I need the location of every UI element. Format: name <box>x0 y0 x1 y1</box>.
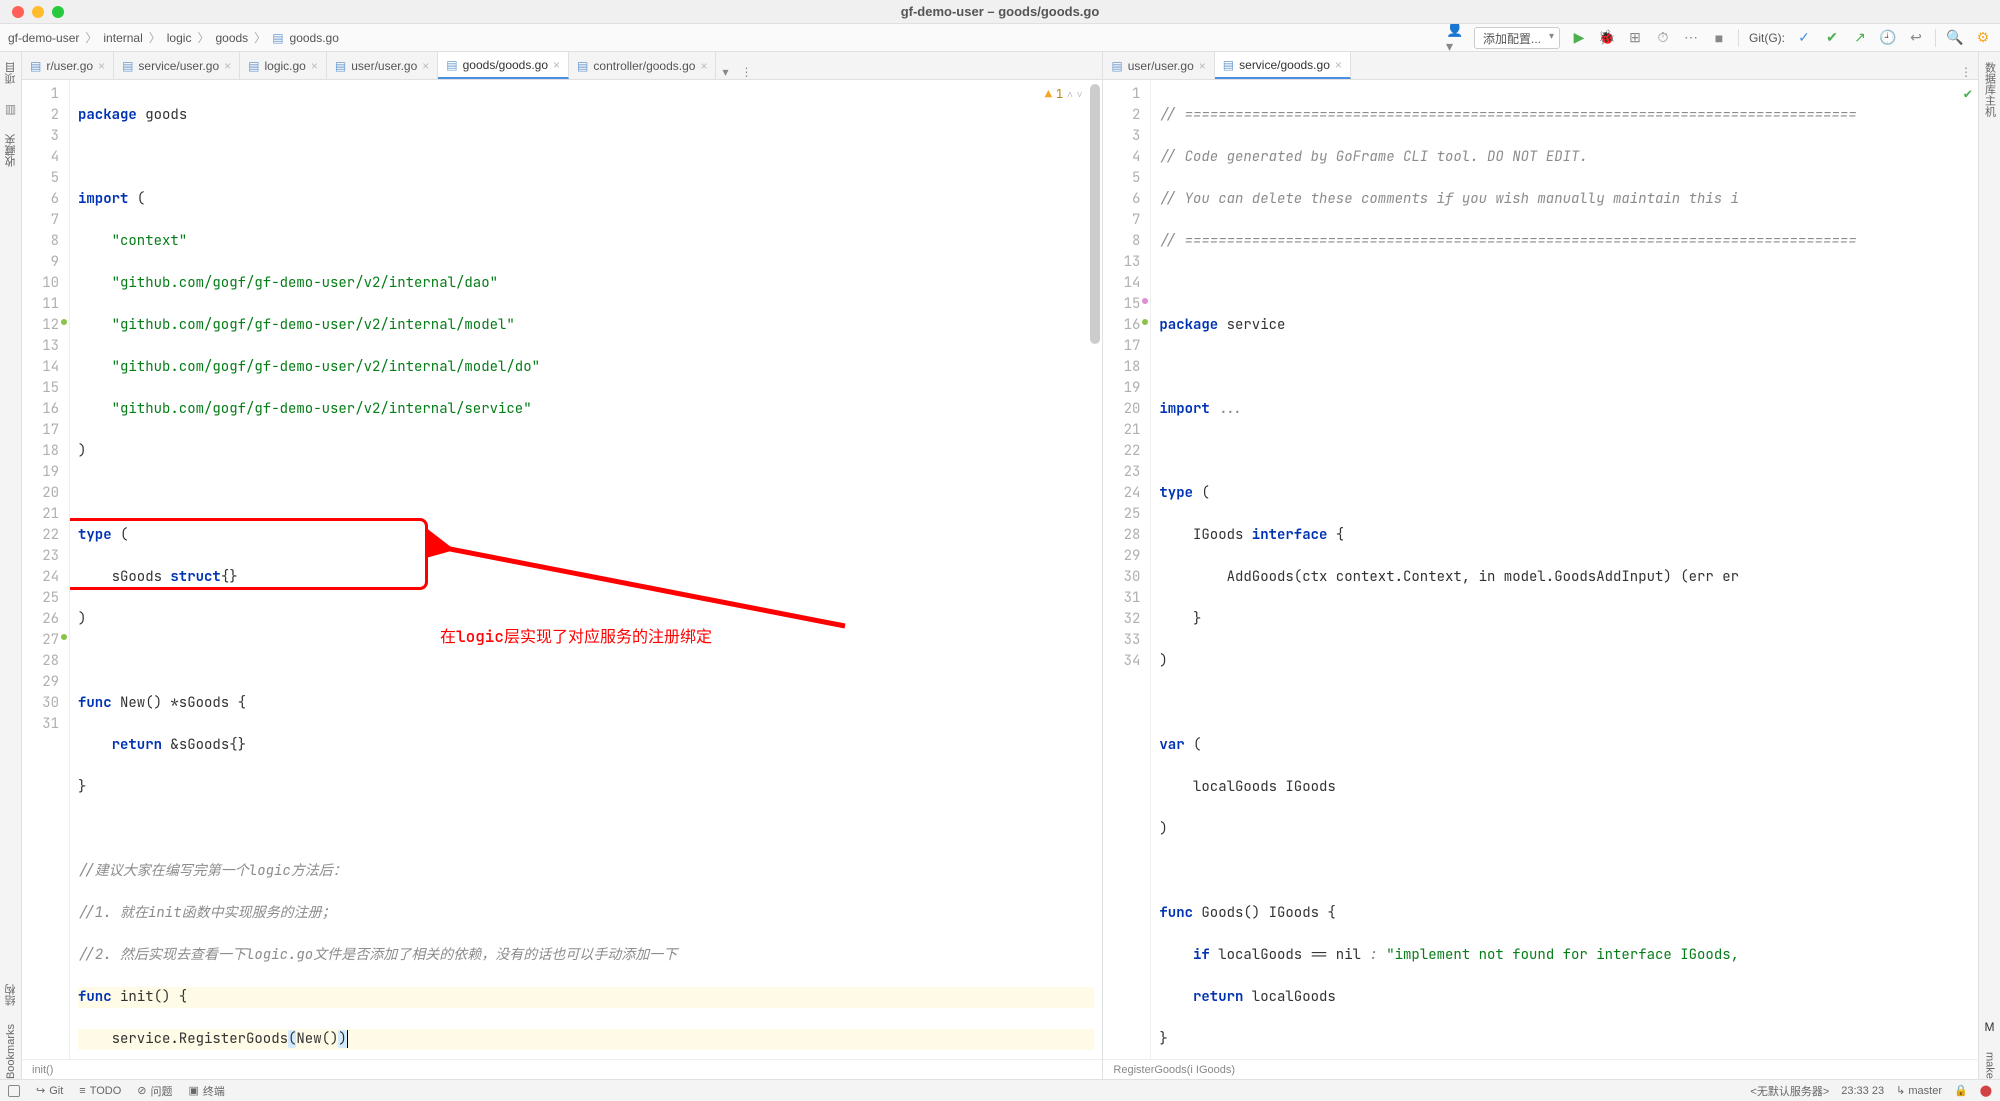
go-file-icon: ▤ <box>272 31 283 45</box>
todo-tool[interactable]: ≡ TODO <box>79 1085 121 1097</box>
crumb-logic[interactable]: logic <box>167 31 192 45</box>
window-title: gf-demo-user – goods/goods.go <box>901 4 1100 19</box>
editor-split: ▤r/user.go× ▤service/user.go× ▤logic.go×… <box>22 52 1978 1079</box>
toolbar-divider-2 <box>1935 29 1936 47</box>
right-code-area[interactable]: 12345 6781314 1516171819 2021222324 2528… <box>1103 80 1978 1059</box>
search-everywhere-icon[interactable]: 🔍 <box>1946 29 1964 47</box>
scrollbar[interactable] <box>1090 80 1100 1059</box>
left-code-editor[interactable]: package goods import ( "context" "github… <box>70 80 1102 1059</box>
branch-label[interactable]: ↳ master <box>1896 1084 1942 1097</box>
vcs-history-icon[interactable]: 🕘 <box>1879 29 1897 47</box>
minimize-window-icon[interactable] <box>32 6 44 18</box>
line-numbers: 12345 678910 11121314 1516171819 2021222… <box>22 80 70 1059</box>
breadcrumb[interactable]: gf-demo-user〉 internal〉 logic〉 goods〉 ▤ … <box>8 29 339 46</box>
tab-logic[interactable]: ▤logic.go× <box>240 52 327 79</box>
debug-icon[interactable]: 🐞 <box>1598 29 1616 47</box>
toolbar-actions: 👤▾ 添加配置... ▶ 🐞 ⊞ ⏱ ⋯ ■ Git(G): ✓ ✔ ↗ 🕘 ↩… <box>1446 27 1992 49</box>
profile-icon[interactable]: ⏱ <box>1654 29 1672 47</box>
terminal-tool[interactable]: ▣ 终端 <box>189 1083 225 1099</box>
tab-r-user[interactable]: ▤r/user.go× <box>22 52 114 79</box>
vcs-push-icon[interactable]: ↗ <box>1851 29 1869 47</box>
gutter-mark-icon[interactable] <box>1142 298 1148 304</box>
titlebar: gf-demo-user – goods/goods.go <box>0 0 2000 24</box>
m-label: M <box>1985 1020 1995 1034</box>
run-icon[interactable]: ▶ <box>1570 29 1588 47</box>
left-editor-pane: ▤r/user.go× ▤service/user.go× ▤logic.go×… <box>22 52 1103 1079</box>
cursor-position: 23:33 23 <box>1841 1085 1884 1097</box>
crumb-internal[interactable]: internal <box>103 31 142 45</box>
chevron-up-icon[interactable]: ˄ <box>1067 84 1073 105</box>
window-controls <box>0 6 64 18</box>
coverage-icon[interactable]: ⊞ <box>1626 29 1644 47</box>
close-window-icon[interactable] <box>12 6 24 18</box>
main-area: 项目 ▥ 收藏夹 结构 Bookmarks ▤r/user.go× ▤servi… <box>0 52 2000 1079</box>
tool-window-icon[interactable] <box>8 1085 20 1097</box>
vcs-update-icon[interactable]: ✓ <box>1795 29 1813 47</box>
server-status[interactable]: <无默认服务器> <box>1750 1083 1829 1099</box>
right-tool-stripe: 数据库主机 M make <box>1978 52 2000 1079</box>
crumb-goods[interactable]: goods <box>215 31 248 45</box>
crumb-project[interactable]: gf-demo-user <box>8 31 79 45</box>
vcs-commit-icon[interactable]: ✔ <box>1823 29 1841 47</box>
left-code-area[interactable]: 12345 678910 11121314 1516171819 2021222… <box>22 80 1102 1059</box>
right-code-editor[interactable]: // =====================================… <box>1151 80 1978 1059</box>
tab-controller-goods[interactable]: ▤controller/goods.go× <box>569 52 716 79</box>
right-editor-pane: ▤user/user.go× ▤service/goods.go× ⋮ 1234… <box>1103 52 1978 1079</box>
git-label: Git(G): <box>1749 31 1785 45</box>
status-bar: ↪ Git ≡ TODO ⊘ 问题 ▣ 终端 <无默认服务器> 23:33 23… <box>0 1079 2000 1101</box>
folder-icon[interactable]: ▥ <box>5 102 16 116</box>
left-tabs: ▤r/user.go× ▤service/user.go× ▤logic.go×… <box>22 52 1102 80</box>
run-config-select[interactable]: 添加配置... <box>1474 27 1560 49</box>
structure-tool[interactable]: 结构 <box>3 984 19 1006</box>
toolbar-divider <box>1738 29 1739 47</box>
tab-goods-goods[interactable]: ▤goods/goods.go× <box>438 52 569 79</box>
error-indicator-icon[interactable]: ⬤ <box>1980 1084 1992 1097</box>
bookmarks-tool[interactable]: Bookmarks <box>5 1024 17 1079</box>
git-tool[interactable]: ↪ Git <box>36 1084 63 1097</box>
problems-tool[interactable]: ⊘ 问题 <box>137 1083 172 1099</box>
close-icon[interactable]: × <box>98 59 105 73</box>
tab-service-user[interactable]: ▤service/user.go× <box>114 52 240 79</box>
gutter-mark-icon[interactable] <box>61 319 67 325</box>
tab-service-goods[interactable]: ▤service/goods.go× <box>1215 52 1351 79</box>
stop-icon[interactable]: ■ <box>1710 29 1728 47</box>
user-icon[interactable]: 👤▾ <box>1446 29 1464 47</box>
right-tabs: ▤user/user.go× ▤service/goods.go× ⋮ <box>1103 52 1978 80</box>
gutter-mark-icon[interactable] <box>61 634 67 640</box>
lock-icon[interactable]: 🔒 <box>1954 1084 1968 1097</box>
warning-count: 1 <box>1056 84 1063 105</box>
right-breadcrumb-bar[interactable]: RegisterGoods(i IGoods) <box>1103 1059 1978 1079</box>
warning-icon: ▲ <box>1045 84 1052 105</box>
line-numbers-right: 12345 6781314 1516171819 2021222324 2528… <box>1103 80 1151 1059</box>
settings-icon[interactable]: ⚙ <box>1974 29 1992 47</box>
inspection-widget[interactable]: ▲ 1 ˄ ˅ <box>1045 84 1083 105</box>
tab-menu-icon[interactable]: ⋮ <box>1954 65 1978 79</box>
tab-menu-icon[interactable]: ⋮ <box>735 65 759 79</box>
annotation-text: 在logic层实现了对应服务的注册绑定 <box>440 626 712 647</box>
crumb-file[interactable]: goods.go <box>290 31 339 45</box>
favorites-tool[interactable]: 收藏夹 <box>3 134 19 167</box>
left-breadcrumb-bar[interactable]: init() <box>22 1059 1102 1079</box>
left-tool-stripe: 项目 ▥ 收藏夹 结构 Bookmarks <box>0 52 22 1079</box>
tab-user-user-r[interactable]: ▤user/user.go× <box>1103 52 1214 79</box>
vcs-rollback-icon[interactable]: ↩ <box>1907 29 1925 47</box>
maximize-window-icon[interactable] <box>52 6 64 18</box>
project-tool[interactable]: 项目 <box>3 62 19 84</box>
chevron-down-icon[interactable]: ˅ <box>1077 84 1083 105</box>
chevron-down-icon[interactable]: ▾ <box>716 65 734 79</box>
database-tool[interactable]: 数据库主机 <box>1982 62 1998 117</box>
main-toolbar: gf-demo-user〉 internal〉 logic〉 goods〉 ▤ … <box>0 24 2000 52</box>
make-tool[interactable]: make <box>1984 1052 1996 1079</box>
tab-user-user[interactable]: ▤user/user.go× <box>327 52 438 79</box>
inspection-ok-icon[interactable]: ✔ <box>1964 84 1972 105</box>
attach-icon[interactable]: ⋯ <box>1682 29 1700 47</box>
